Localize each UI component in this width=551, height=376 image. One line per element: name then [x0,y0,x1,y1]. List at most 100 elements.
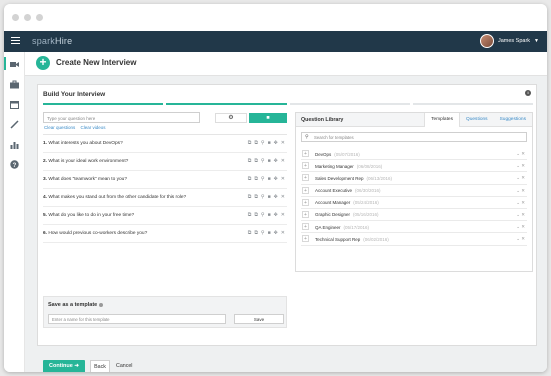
add-icon[interactable]: + [302,150,309,157]
save-button[interactable]: Save [234,314,284,324]
copy-icon[interactable]: ⧉ [248,176,252,182]
list-item[interactable]: 1. What interests you about DevOps? ⧉ ⧉ ⚲ ■ ✥… [43,135,287,153]
list-item[interactable]: 3. What does “teamwork” mean to you? ⧉ ⧉ ⚲ ■… [43,171,287,189]
clear-videos-link[interactable]: Clear videos [81,125,106,130]
copy-icon[interactable]: ⧉ [248,194,252,200]
hamburger-menu-icon[interactable] [11,37,20,45]
continue-button[interactable]: Continue ➜ [43,360,85,372]
list-item[interactable]: 6. How would previous co-workers describ… [43,225,287,243]
move-icon[interactable]: ✥ [274,194,278,200]
template-date: (05/24/2016) [353,200,379,206]
copy-icon[interactable]: ⧉ [248,140,252,146]
copy-icon[interactable]: ⧉ [248,158,252,164]
add-icon[interactable]: + [302,210,309,218]
video-icon[interactable]: ⧉ [254,212,258,218]
sidebar-item-help[interactable]: ? [10,160,19,169]
close-icon[interactable]: ✕ [281,212,285,218]
tab-questions[interactable]: Questions [460,113,494,127]
window-dot-close[interactable] [12,14,19,21]
audio-icon[interactable]: ⚲ [261,194,265,200]
move-icon[interactable]: ✥ [274,176,278,182]
tab-templates[interactable]: Templates [424,113,460,127]
brand-logo[interactable]: sparkHire [32,36,72,46]
info-icon[interactable]: i [525,90,531,96]
camera-icon[interactable]: ■ [268,230,271,236]
list-item[interactable]: + Sales Development Rep (06/13/2016) ⌄ ✕ [301,172,527,185]
camera-icon[interactable]: ■ [268,140,271,146]
camera-icon[interactable]: ■ [268,194,271,200]
template-actions[interactable]: ⌄ ✕ [516,236,525,242]
move-icon[interactable]: ✥ [274,158,278,164]
sidebar-item-calendar[interactable] [10,100,19,109]
template-actions[interactable]: ⌄ ✕ [516,163,525,169]
close-icon[interactable]: ✕ [281,140,285,146]
audio-icon[interactable]: ⚲ [261,176,265,182]
template-actions[interactable]: ⌄ ✕ [516,224,525,230]
video-icon[interactable]: ⧉ [254,194,258,200]
move-icon[interactable]: ✥ [274,212,278,218]
move-icon[interactable]: ✥ [274,230,278,236]
tab-suggestions[interactable]: Suggestions [494,113,532,127]
add-icon[interactable]: + [302,235,309,243]
search-input[interactable]: ⚲ Search for templates [301,132,527,142]
list-item[interactable]: + Technical Support Rep (06/02/2016) ⌄ ✕ [301,233,527,246]
template-actions[interactable]: ⌄ ✕ [516,151,525,157]
template-actions[interactable]: ⌄ ✕ [516,188,525,194]
close-icon[interactable]: ✕ [281,230,285,236]
camera-icon[interactable]: ■ [268,176,271,182]
question-number: 3. [43,177,48,182]
search-placeholder: Search for templates [314,135,354,140]
template-actions[interactable]: ⌄ ✕ [516,200,525,206]
list-item[interactable]: + Account Executive (06/30/2016) ⌄ ✕ [301,185,527,197]
audio-icon[interactable]: ⚲ [261,212,265,218]
add-icon[interactable]: + [302,162,309,170]
sidebar-item-jobs[interactable] [10,80,19,89]
record-button[interactable]: ■ [249,113,287,123]
move-icon[interactable]: ✥ [274,140,278,146]
add-icon[interactable]: + [302,174,309,182]
back-button[interactable]: Back [90,360,110,372]
add-icon[interactable]: + [302,186,309,194]
add-icon[interactable]: + [302,198,309,206]
camera-icon[interactable]: ■ [268,158,271,164]
template-actions[interactable]: ⌄ ✕ [516,212,525,218]
add-icon[interactable]: + [302,223,309,231]
audio-icon[interactable]: ⚲ [261,158,265,164]
list-item[interactable]: + DevOps (05/07/2016) ⌄ ✕ [301,148,527,161]
list-item[interactable]: + Graphic Designer (05/16/2016) ⌄ ✕ [301,209,527,222]
window-dot-maximize[interactable] [36,14,43,21]
camera-icon[interactable]: ■ [268,212,271,218]
video-icon[interactable]: ⧉ [254,158,258,164]
search-icon: ⚲ [305,134,309,140]
template-actions[interactable]: ⌄ ✕ [516,175,525,181]
sidebar-item-video[interactable] [10,60,19,69]
video-icon[interactable]: ⧉ [254,140,258,146]
sidebar-item-edit[interactable] [10,120,19,129]
cancel-button[interactable]: Cancel [116,363,133,369]
copy-icon[interactable]: ⧉ [248,212,252,218]
window-dot-minimize[interactable] [24,14,31,21]
info-icon[interactable] [99,302,104,307]
list-item[interactable]: + QA Engineer (05/17/2016) ⌄ ✕ [301,221,527,234]
list-item[interactable]: 4. What makes you stand out from the oth… [43,189,287,207]
sidebar-item-reports[interactable] [10,140,19,149]
close-icon[interactable]: ✕ [281,158,285,164]
copy-icon[interactable]: ⧉ [248,230,252,236]
progress-step-2 [166,103,287,105]
close-icon[interactable]: ✕ [281,176,285,182]
list-item[interactable]: 5. What do you like to do in your free t… [43,207,287,225]
video-icon[interactable]: ⧉ [254,230,258,236]
clear-questions-link[interactable]: Clear questions [44,125,75,130]
template-name-input[interactable]: Enter a name for this template [48,314,226,324]
list-item[interactable]: + Marketing Manager (06/08/2016) ⌄ ✕ [301,160,527,173]
video-camera-icon [10,62,19,67]
close-icon[interactable]: ✕ [281,194,285,200]
audio-icon[interactable]: ⚲ [261,230,265,236]
video-icon[interactable]: ⧉ [254,176,258,182]
question-input[interactable]: Type your question here [43,112,200,123]
audio-icon[interactable]: ⚲ [261,140,265,146]
settings-button[interactable]: ⚙ [215,113,247,123]
list-item[interactable]: + Account Manager (05/24/2016) ⌄ ✕ [301,197,527,209]
user-menu[interactable]: James Spark ▼ [479,34,539,48]
list-item[interactable]: 2. What is your ideal work environment? ⧉… [43,153,287,171]
